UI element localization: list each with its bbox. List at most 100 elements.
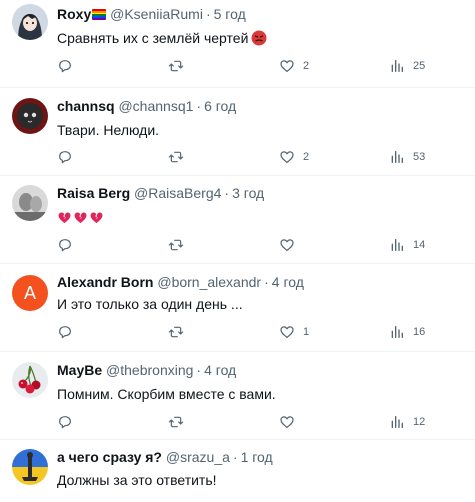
timestamp[interactable]: 3 год (232, 185, 264, 201)
timestamp[interactable]: 1 год (241, 449, 273, 465)
tweet[interactable]: а чего сразу я? @srazu_a · 1 год Должны за… (0, 440, 475, 502)
reply-icon (59, 416, 71, 429)
avatar-letter: A (23, 282, 36, 303)
tweet-actions: 2 25 (57, 57, 475, 75)
heart-icon (280, 60, 294, 72)
tweet-text: Сравнять их с землёй чертей (57, 30, 267, 50)
reply-icon (59, 326, 71, 339)
tweet-actions: 1 16 (57, 323, 475, 341)
separator: · (264, 274, 269, 290)
views-button[interactable]: 14 (389, 236, 425, 254)
user-handle[interactable]: @srazu_a (166, 449, 230, 465)
tweet-header: а чего сразу я? @srazu_a · 1 год (57, 449, 273, 466)
tweet-header: Raisa Berg @RaisaBerg4 · 3 год (57, 185, 264, 202)
views-button[interactable]: 12 (389, 413, 425, 431)
retweet-icon (168, 326, 184, 338)
views-button[interactable]: 16 (389, 323, 425, 341)
tweet[interactable]: channsq @channsq1 · 6 год Твари. Нелюди. 2… (0, 88, 475, 176)
reply-button[interactable] (57, 413, 81, 431)
user-handle[interactable]: @born_alexandr (157, 274, 261, 290)
display-name[interactable]: channsq (57, 98, 115, 114)
retweet-icon (168, 60, 184, 72)
view-count: 25 (413, 60, 426, 72)
like-count: 2 (303, 60, 310, 72)
separator: · (205, 6, 211, 22)
separator: · (232, 449, 238, 465)
timestamp[interactable]: 6 год (204, 98, 236, 114)
like-count: 2 (303, 151, 310, 163)
retweet-button[interactable] (168, 323, 192, 341)
flag-monument-avatar-icon (12, 449, 48, 485)
broken-heart-icon (74, 212, 87, 223)
red-cat-avatar-icon (12, 98, 48, 134)
cherries-avatar-icon (12, 362, 48, 398)
tweet-text (57, 208, 105, 225)
reply-button[interactable] (57, 323, 81, 341)
heart-icon (280, 326, 294, 338)
display-name[interactable]: MayBe (57, 362, 102, 378)
heart-icon (280, 151, 294, 163)
timestamp[interactable]: 4 год (204, 362, 236, 378)
timestamp[interactable]: 5 год (214, 6, 246, 22)
tweet[interactable]: Roxy @KseniiaRumi · 5 год Сравнять их с зе… (0, 0, 475, 88)
tweet[interactable]: A Alexandr Born @born_alexandr · 4 год И э… (0, 264, 475, 352)
display-name[interactable]: Raisa Berg (57, 185, 130, 201)
analytics-icon (391, 416, 403, 428)
reply-icon (59, 239, 71, 252)
retweet-button[interactable] (168, 57, 192, 75)
like-button[interactable] (279, 236, 303, 254)
view-count: 16 (413, 326, 426, 338)
view-count: 12 (413, 416, 426, 428)
avatar[interactable] (12, 449, 48, 485)
reply-button[interactable] (57, 236, 81, 254)
retweet-button[interactable] (168, 148, 192, 166)
avatar[interactable] (12, 185, 48, 221)
retweet-icon (168, 239, 184, 251)
replies-feed: Roxy @KseniiaRumi · 5 год Сравнять их с зе… (0, 0, 475, 502)
user-handle[interactable]: @RaisaBerg4 (134, 185, 221, 201)
tweet[interactable]: MayBe @thebronxing · 4 год Помним. Скорбим… (0, 352, 475, 440)
retweet-icon (168, 416, 184, 428)
user-handle[interactable]: @thebronxing (106, 362, 193, 378)
anime-avatar-icon (12, 4, 48, 40)
like-button[interactable] (279, 413, 303, 431)
tweet[interactable]: Raisa Berg @RaisaBerg4 · 3 год 14 (0, 176, 475, 264)
analytics-icon (391, 60, 403, 72)
retweet-icon (168, 151, 184, 163)
display-name[interactable]: Roxy (57, 6, 91, 22)
views-button[interactable]: 25 (389, 57, 425, 75)
user-handle[interactable]: @channsq1 (118, 98, 193, 114)
like-button[interactable]: 1 (279, 323, 309, 341)
like-button[interactable]: 2 (279, 148, 309, 166)
reply-icon (59, 151, 71, 164)
broken-heart-icon (58, 212, 71, 223)
timestamp[interactable]: 4 год (272, 274, 304, 290)
retweet-button[interactable] (168, 236, 192, 254)
tweet-actions: 14 (57, 236, 475, 254)
like-count: 1 (303, 326, 310, 338)
display-name[interactable]: а чего сразу я? (57, 449, 162, 465)
avatar[interactable] (12, 4, 48, 40)
avatar[interactable]: A (12, 275, 48, 311)
reply-button[interactable] (57, 57, 81, 75)
reply-button[interactable] (57, 148, 81, 166)
display-name[interactable]: Alexandr Born (57, 274, 153, 290)
views-button[interactable]: 53 (389, 148, 425, 166)
user-handle[interactable]: @KseniiaRumi (110, 6, 203, 22)
tweet-header: channsq @channsq1 · 6 год (57, 98, 236, 115)
reply-icon (59, 60, 71, 73)
analytics-icon (391, 151, 403, 163)
like-button[interactable]: 2 (279, 57, 309, 75)
separator: · (196, 362, 202, 378)
view-count: 53 (413, 151, 426, 163)
avatar[interactable] (12, 98, 48, 134)
retweet-button[interactable] (168, 413, 192, 431)
tweet-text: Помним. Скорбим вместе с вами. (57, 386, 276, 402)
rainbow-flag-icon (92, 9, 107, 20)
heart-icon (280, 416, 294, 428)
separator: · (196, 98, 202, 114)
tweet-header: Alexandr Born @born_alexandr · 4 год (57, 274, 304, 291)
avatar[interactable] (12, 362, 48, 398)
heart-icon (280, 239, 294, 251)
tweet-text: Должны за это ответить! (57, 472, 217, 488)
